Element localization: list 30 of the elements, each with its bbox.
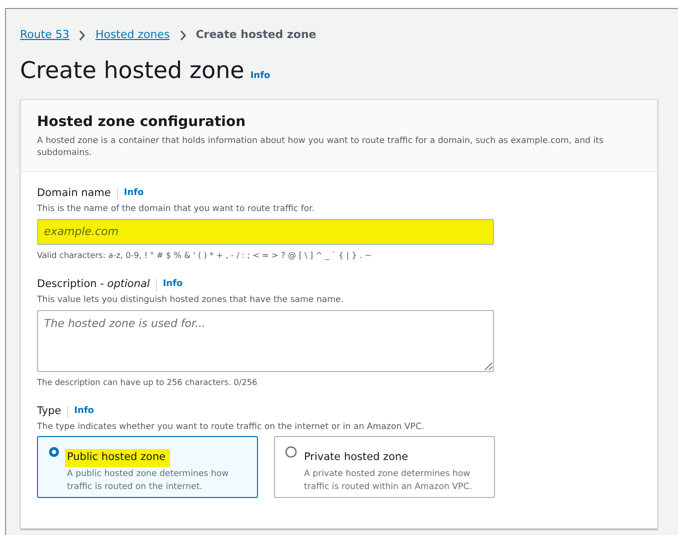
chevron-icon [178,30,187,41]
option-label: Private hosted zone [304,450,408,466]
radio-icon[interactable] [285,446,297,458]
breadcrumb-link[interactable]: Route 53 [20,27,70,44]
option-description: A private hosted zone determines how traffic is routed within an Amazon VPC. [304,468,473,493]
option-label: Public hosted zone [65,449,170,468]
breadcrumb-current: Create hosted zone [196,27,316,43]
text-area[interactable]: The hosted zone is used for... [37,310,494,372]
breadcrumb-link[interactable]: Hosted zones [95,27,170,44]
field-label: Type [37,404,62,419]
field-hint: This value lets you distinguish hosted zones that have the same name. [37,294,345,307]
field-hint: This is the name of the domain that you want to route traffic for. [37,202,316,216]
panel-title: Hosted zone configuration [37,114,247,131]
radio-icon[interactable] [48,446,60,458]
info-link[interactable]: Info [250,70,270,82]
info-link[interactable]: Info [124,187,144,201]
field-label: Domain name [37,186,111,201]
radio-option[interactable]: Public hosted zone A public hosted zone determines how traffic is routed on the internet. [37,436,258,498]
constraint-text: Valid characters: a-z, 0-9, ! " # $ % & ' ( ) * + , - / : ; < = > ? @ [ \ ] ^ _ ` { | } . ~ [37,248,373,261]
field-hint: The type indicates whether you want to route traffic on the internet or in an Amazon VPC. [37,420,426,434]
info-link[interactable]: Info [74,404,94,418]
input-field[interactable]: example.com [37,218,494,245]
page-title: Create hosted zone [20,58,244,86]
panel-description: A hosted zone is a container that holds information about how you want to route traffic for a domain, such as example.com, and its subdomains. [37,134,604,159]
radio-option[interactable]: Private hosted zone A private hosted zone determines how traffic is routed within an Amazon VPC. [274,436,495,498]
info-link[interactable]: Info [162,278,183,292]
option-description: A public hosted zone determines how traffic is routed on the internet. [67,468,230,493]
chevron-icon [78,30,86,41]
constraint-text: The description can have up to 256 characters. 0/256 [37,376,258,388]
field-label: Description - optional [37,276,150,292]
